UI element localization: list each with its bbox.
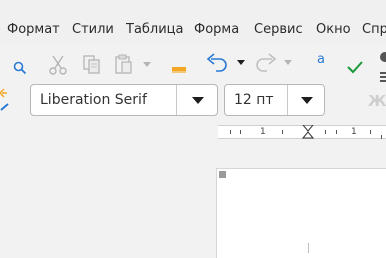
font-size-combobox[interactable]: 12 пт — [224, 84, 325, 116]
ruler-tick — [370, 130, 371, 134]
ruler-tick — [240, 130, 241, 134]
font-name-value: Liberation Serif — [40, 92, 147, 108]
undo-icon[interactable] — [205, 53, 229, 73]
redo-dropdown-icon[interactable] — [284, 60, 292, 66]
combo-separator — [176, 85, 177, 115]
paragraph-style-icon[interactable] — [0, 102, 10, 112]
menu-format[interactable]: Формат — [7, 22, 60, 38]
paste-icon[interactable] — [114, 54, 138, 76]
cut-icon[interactable] — [48, 54, 68, 76]
ruler-tick — [282, 130, 283, 134]
new-style-icon[interactable] — [0, 88, 8, 98]
ruler-tick — [230, 130, 231, 134]
chevron-down-icon[interactable] — [301, 97, 313, 104]
redo-icon[interactable] — [254, 53, 278, 73]
copy-icon[interactable] — [82, 54, 102, 76]
paste-dropdown-icon[interactable] — [143, 62, 151, 68]
bold-icon[interactable]: Ж — [368, 92, 386, 110]
menu-window[interactable]: Окно — [316, 22, 351, 38]
menu-tools[interactable]: Сервис — [254, 22, 303, 38]
autocorrect-icon[interactable]: a — [317, 52, 325, 67]
indent-marker-icon[interactable] — [302, 125, 314, 139]
menu-bar: Формат Стили Таблица Форма Сервис Окно С… — [0, 0, 386, 44]
menu-form[interactable]: Форма — [194, 22, 239, 38]
ruler-tick — [336, 130, 337, 134]
ruler-label: 1 — [351, 127, 357, 137]
page-corner-marker — [219, 171, 226, 178]
combo-separator — [287, 85, 288, 115]
ruler-label: 1 — [260, 127, 266, 137]
checkmark-icon[interactable] — [346, 60, 364, 74]
menu-table[interactable]: Таблица — [126, 22, 184, 38]
search-icon[interactable] — [12, 60, 28, 76]
font-name-combobox[interactable]: Liberation Serif — [30, 84, 218, 116]
clone-formatting-icon[interactable] — [170, 58, 188, 76]
standard-toolbar: a — [0, 44, 386, 84]
chevron-down-icon[interactable] — [192, 97, 204, 104]
document-page[interactable] — [216, 168, 386, 258]
ruler-tick — [381, 135, 382, 139]
ruler-tick — [325, 130, 326, 134]
undo-dropdown-icon[interactable] — [237, 60, 245, 66]
formatting-marks-icon[interactable] — [376, 52, 386, 66]
menu-help[interactable]: Спр — [362, 22, 386, 38]
horizontal-ruler[interactable]: 1 1 — [218, 125, 386, 139]
font-size-value: 12 пт — [234, 92, 274, 108]
grid-icon[interactable] — [378, 72, 386, 82]
menu-styles[interactable]: Стили — [72, 22, 114, 38]
